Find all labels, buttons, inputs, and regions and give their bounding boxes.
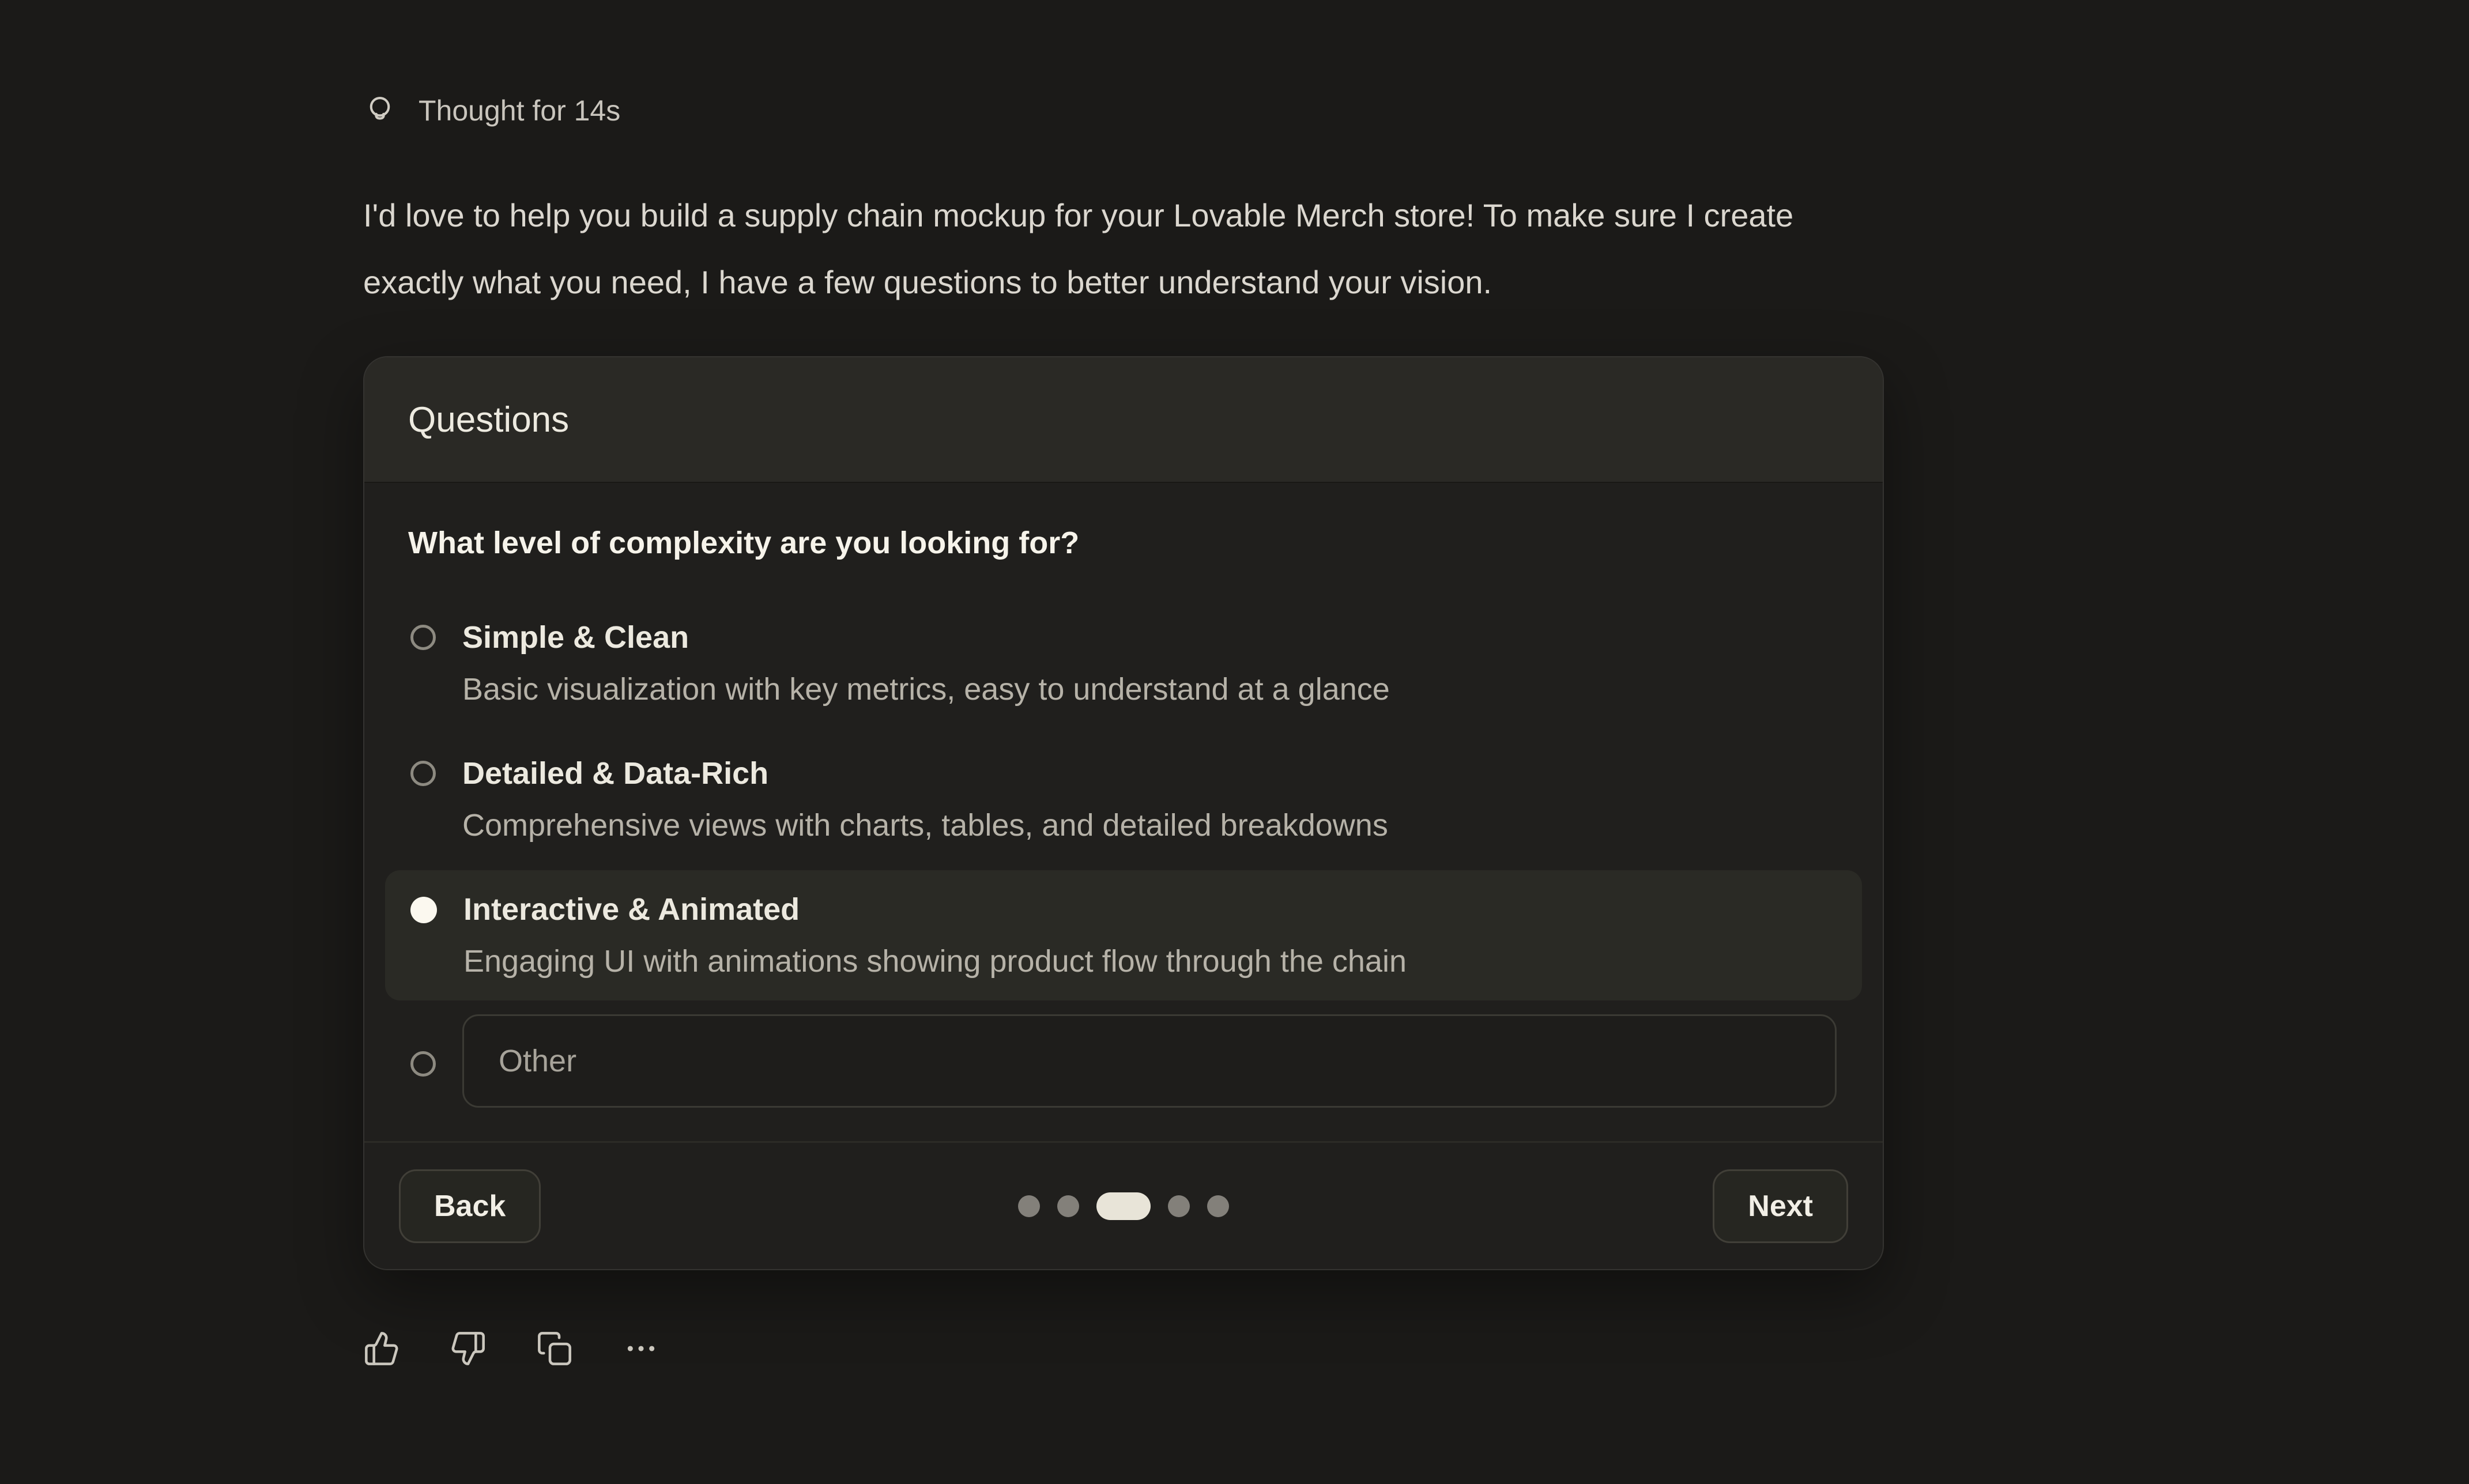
radio-selected-icon[interactable] (410, 897, 437, 923)
questions-card: Questions What level of complexity are y… (363, 356, 1884, 1270)
other-option-input[interactable] (462, 1014, 1837, 1108)
option-text: Simple & Clean Basic visualization with … (462, 619, 1390, 708)
questions-card-header: Questions (364, 357, 1883, 483)
option-detailed-data-rich[interactable]: Detailed & Data-Rich Comprehensive views… (385, 734, 1862, 864)
questions-card-body: What level of complexity are you looking… (364, 483, 1883, 1141)
option-description: Comprehensive views with charts, tables,… (462, 807, 1388, 844)
radio-unselected-icon[interactable] (410, 1051, 436, 1077)
thumbs-down-icon (450, 1330, 487, 1367)
option-description: Engaging UI with animations showing prod… (463, 943, 1407, 980)
copy-icon (536, 1330, 573, 1367)
more-options-icon (623, 1330, 659, 1367)
lightbulb-icon (363, 92, 397, 130)
radio-unselected-icon[interactable] (410, 625, 436, 650)
next-button[interactable]: Next (1713, 1169, 1848, 1243)
more-options-button[interactable] (623, 1330, 659, 1367)
option-title: Detailed & Data-Rich (462, 755, 1388, 792)
assistant-message-block: Thought for 14s I'd love to help you bui… (363, 86, 2323, 1367)
assistant-message-text: I'd love to help you build a supply chai… (363, 182, 2323, 316)
thought-summary[interactable]: Thought for 14s (363, 86, 2323, 135)
pagination-dot (1018, 1195, 1040, 1217)
copy-button[interactable] (536, 1330, 573, 1367)
questions-card-footer: Back Next (364, 1141, 1883, 1269)
pagination-dot-active (1096, 1192, 1151, 1220)
option-interactive-animated[interactable]: Interactive & Animated Engaging UI with … (385, 870, 1862, 1000)
pagination-dot (1207, 1195, 1229, 1217)
option-simple-clean[interactable]: Simple & Clean Basic visualization with … (385, 598, 1862, 728)
thought-label: Thought for 14s (419, 94, 620, 127)
option-text: Interactive & Animated Engaging UI with … (463, 891, 1407, 980)
option-other[interactable] (385, 1014, 1862, 1108)
pagination-dot (1057, 1195, 1079, 1217)
message-line: I'd love to help you build a supply chai… (363, 182, 2323, 249)
thumbs-up-icon (363, 1330, 400, 1367)
option-text: Detailed & Data-Rich Comprehensive views… (462, 755, 1388, 844)
question-text: What level of complexity are you looking… (408, 524, 1862, 561)
radio-unselected-icon[interactable] (410, 761, 436, 786)
option-title: Interactive & Animated (463, 891, 1407, 928)
option-title: Simple & Clean (462, 619, 1390, 656)
pagination-dot (1168, 1195, 1190, 1217)
back-button[interactable]: Back (399, 1169, 541, 1243)
thumbs-up-button[interactable] (363, 1330, 400, 1367)
pagination-dots (1018, 1192, 1229, 1220)
message-line: exactly what you need, I have a few ques… (363, 249, 2323, 316)
option-description: Basic visualization with key metrics, ea… (462, 671, 1390, 708)
options-list: Simple & Clean Basic visualization with … (385, 598, 1862, 1000)
message-actions (363, 1330, 2323, 1367)
thumbs-down-button[interactable] (450, 1330, 487, 1367)
card-title: Questions (408, 399, 569, 440)
